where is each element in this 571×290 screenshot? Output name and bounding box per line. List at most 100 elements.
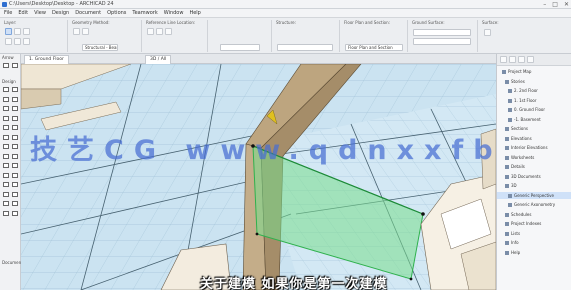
layer-select[interactable]: Structural - Bearing	[82, 44, 118, 51]
view-map-icon[interactable]	[509, 56, 516, 63]
level-tool-icon[interactable]	[2, 172, 10, 179]
navigator-item-icon	[505, 127, 509, 131]
magic-wand-icon[interactable]	[23, 38, 30, 45]
railing-tool-icon[interactable]	[11, 115, 19, 122]
group-dimension	[210, 20, 272, 52]
window-tool-icon[interactable]	[2, 96, 10, 103]
reference-right-icon[interactable]	[165, 28, 172, 35]
surface-swatch-icon[interactable]	[484, 29, 491, 36]
menu-file[interactable]: File	[4, 10, 12, 16]
navigator-item[interactable]: Stories	[497, 78, 571, 85]
lamp-tool-icon[interactable]	[2, 153, 10, 160]
reference-left-icon[interactable]	[147, 28, 154, 35]
menu-design[interactable]: Design	[52, 10, 69, 16]
navigator-item[interactable]: Project Indexes	[497, 220, 571, 227]
navigator-item[interactable]: Details	[497, 163, 571, 170]
line-tool-icon[interactable]	[2, 191, 10, 198]
navigator-item-icon	[505, 231, 509, 236]
navigator-item[interactable]: 3D	[497, 182, 571, 189]
text-tool-icon[interactable]	[11, 172, 19, 179]
favorites-icon[interactable]	[14, 28, 21, 35]
thickness-field[interactable]	[220, 44, 260, 51]
navigator-item[interactable]: Info	[497, 239, 571, 246]
stair-tool-icon[interactable]	[2, 115, 10, 122]
curved-wall-icon[interactable]	[82, 28, 89, 35]
3d-viewport[interactable]	[21, 64, 496, 290]
elevation-tool-icon[interactable]	[11, 210, 19, 217]
navigator-item[interactable]: Interior Elevations	[497, 144, 571, 151]
menu-window[interactable]: Window	[164, 10, 184, 16]
door-tool-icon[interactable]	[11, 86, 19, 93]
project-map-icon[interactable]	[500, 56, 507, 63]
arc-tool-icon[interactable]	[11, 191, 19, 198]
toolbox-design-label: Design	[2, 79, 16, 84]
menu-document[interactable]: Document	[75, 10, 101, 16]
menu-help[interactable]: Help	[189, 10, 200, 16]
navigator-item[interactable]: Worksheets	[497, 154, 571, 161]
arrow-select-icon[interactable]	[5, 38, 12, 45]
navigator-item[interactable]: Elevations	[497, 135, 571, 142]
tab-3d-all[interactable]: 3D / All	[145, 55, 172, 64]
column-tool-icon[interactable]	[11, 96, 19, 103]
surface-label: Surface:	[482, 20, 499, 25]
label-tool-icon[interactable]	[2, 181, 10, 188]
maximize-icon[interactable]: □	[552, 1, 558, 8]
dimension-tool-icon[interactable]	[11, 162, 19, 169]
zone-tool-icon[interactable]	[11, 153, 19, 160]
navigator-item[interactable]: 3D Documents	[497, 173, 571, 180]
minimize-icon[interactable]: –	[543, 1, 546, 8]
drawing-tool-icon[interactable]	[11, 200, 19, 207]
navigator-item[interactable]: -1. Basement	[497, 116, 571, 123]
group-surface: Surface:	[480, 20, 544, 52]
navigator-item-label: 3D Documents	[511, 173, 541, 179]
navigator-item[interactable]: 1. 1st Floor	[497, 97, 571, 104]
menu-teamwork[interactable]: Teamwork	[132, 10, 157, 16]
navigator-item[interactable]: Sections	[497, 125, 571, 132]
building-material-select[interactable]	[277, 44, 333, 51]
skylight-tool-icon[interactable]	[2, 134, 10, 141]
navigator-item[interactable]: Schedules	[497, 211, 571, 218]
surface-select-1[interactable]	[413, 29, 471, 36]
settings-icon[interactable]	[23, 28, 30, 35]
fill-tool-icon[interactable]	[11, 181, 19, 188]
arrow-tool-icon[interactable]	[2, 62, 10, 69]
slab-tool-icon[interactable]	[11, 105, 19, 112]
navigator-item[interactable]: 2. 2nd Floor	[497, 87, 571, 94]
close-icon[interactable]: ✕	[564, 1, 569, 8]
menu-options[interactable]: Options	[107, 10, 126, 16]
layout-book-icon[interactable]	[518, 56, 525, 63]
navigator-item[interactable]: Lists	[497, 230, 571, 237]
wall-tool-icon[interactable]	[5, 28, 12, 35]
menu-edit[interactable]: Edit	[18, 10, 28, 16]
marquee-icon[interactable]	[14, 38, 21, 45]
section-tool-icon[interactable]	[2, 210, 10, 217]
marquee-tool-icon[interactable]	[11, 62, 19, 69]
navigator-item[interactable]: 0. Ground Floor	[497, 106, 571, 113]
wall-tool-icon[interactable]	[2, 86, 10, 93]
watermark-text: 技艺CG www.qdnxxfb.	[30, 135, 523, 166]
navigator-item[interactable]: Project Map	[497, 68, 571, 75]
polyline-tool-icon[interactable]	[2, 200, 10, 207]
mesh-tool-icon[interactable]	[2, 162, 10, 169]
roof-tool-icon[interactable]	[2, 124, 10, 131]
shell-tool-icon[interactable]	[11, 124, 19, 131]
navigator-item[interactable]: Generic Axonometry	[497, 201, 571, 208]
morph-tool-icon[interactable]	[2, 143, 10, 150]
straight-wall-icon[interactable]	[73, 28, 80, 35]
menu-view[interactable]: View	[34, 10, 46, 16]
surface-select-2[interactable]	[413, 38, 471, 45]
object-tool-icon[interactable]	[11, 143, 19, 150]
floor-plan-select[interactable]: Floor Plan and Section	[345, 44, 403, 51]
tab-ground-floor[interactable]: 1. Ground Floor	[24, 55, 69, 64]
publisher-icon[interactable]	[527, 56, 534, 63]
group-layer: Layer:	[2, 20, 68, 52]
reference-line-label: Reference Line Location:	[146, 20, 196, 25]
curtain-wall-tool-icon[interactable]	[11, 134, 19, 141]
navigator-item-label: Schedules	[511, 211, 532, 217]
toolbox-document-label: Document	[2, 260, 23, 265]
navigator-item[interactable]: Generic Perspective	[497, 191, 571, 199]
beam-tool-icon[interactable]	[2, 105, 10, 112]
navigator-item-label: Generic Perspective	[514, 192, 554, 198]
reference-center-icon[interactable]	[156, 28, 163, 35]
navigator-item[interactable]: Help	[497, 249, 571, 256]
